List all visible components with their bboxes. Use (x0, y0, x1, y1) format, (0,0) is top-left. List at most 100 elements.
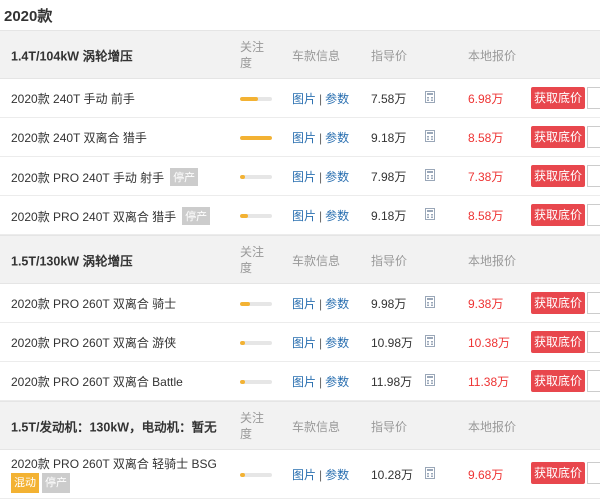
table-row: 2020款 240T 双离合 猎手 图片 | 参数 9.18万 8.58万 获取底价 (0, 118, 600, 157)
table-row: 2020款 PRO 260T 双离合 Battle 图片 | 参数 11.98万 11.3… (0, 362, 600, 401)
header-guide-price: 指导价 (371, 49, 408, 63)
follow-level-bar (240, 302, 272, 306)
pictures-link[interactable]: 图片 (292, 209, 316, 223)
follow-level-fill (240, 175, 245, 179)
hybrid-badge: 混动 (11, 473, 39, 493)
compare-checkbox[interactable] (587, 87, 600, 109)
header-follow: 关注度 (240, 245, 265, 275)
header-local-price: 本地报价 (468, 49, 517, 63)
car-info-links: 图片 | 参数 (292, 373, 349, 390)
pictures-link[interactable]: 图片 (292, 336, 316, 350)
local-price: 7.38万 (468, 170, 504, 184)
calculator-icon[interactable] (425, 335, 435, 347)
params-link[interactable]: 参数 (325, 468, 349, 482)
get-lowest-price-button[interactable]: 获取底价 (531, 165, 585, 187)
get-lowest-price-button[interactable]: 获取底价 (531, 331, 585, 353)
local-price: 8.58万 (468, 209, 504, 223)
params-link[interactable]: 参数 (325, 170, 349, 184)
local-price: 6.98万 (468, 92, 504, 106)
car-info-links: 图片 | 参数 (292, 295, 349, 312)
get-lowest-price-button[interactable]: 获取底价 (531, 204, 585, 226)
car-model-name[interactable]: 2020款 PRO 260T 双离合 轻骑士 BSG (11, 457, 217, 471)
group-header: 1.4T/104kW 涡轮增压 关注度 车款信息 指导价 本地报价 (0, 30, 600, 79)
car-model-cell: 2020款 PRO 260T 双离合 游侠 (11, 334, 176, 351)
car-model-name[interactable]: 2020款 PRO 260T 双离合 Battle (11, 375, 183, 389)
car-model-cell: 2020款 PRO 260T 双离合 Battle (11, 373, 183, 390)
params-link[interactable]: 参数 (325, 92, 349, 106)
guide-price: 9.18万 (371, 131, 407, 145)
car-model-name[interactable]: 2020款 PRO 260T 双离合 骑士 (11, 297, 176, 311)
params-link[interactable]: 参数 (325, 209, 349, 223)
pictures-link[interactable]: 图片 (292, 375, 316, 389)
year-title: 2020款 (4, 8, 53, 25)
follow-level-bar (240, 214, 272, 218)
car-model-cell: 2020款 PRO 240T 手动 射手 停产 (11, 168, 199, 186)
follow-level-fill (240, 214, 248, 218)
calculator-icon[interactable] (425, 296, 435, 308)
compare-checkbox[interactable] (587, 126, 600, 148)
car-model-cell: 2020款 240T 双离合 猎手 (11, 129, 147, 146)
table-row: 2020款 240T 手动 前手 图片 | 参数 7.58万 6.98万 获取底价 (0, 79, 600, 118)
calculator-icon[interactable] (425, 208, 435, 220)
car-model-name[interactable]: 2020款 240T 手动 前手 (11, 92, 135, 106)
link-separator: | (319, 92, 323, 106)
follow-level-bar (240, 380, 272, 384)
car-info-links: 图片 | 参数 (292, 334, 349, 351)
pictures-link[interactable]: 图片 (292, 297, 316, 311)
calculator-icon[interactable] (425, 169, 435, 181)
car-info-links: 图片 | 参数 (292, 466, 349, 483)
pictures-link[interactable]: 图片 (292, 92, 316, 106)
discontinued-badge: 停产 (182, 207, 211, 225)
table-row: 2020款 PRO 260T 双离合 游侠 图片 | 参数 10.98万 10.38万 获取… (0, 323, 600, 362)
calculator-icon[interactable] (425, 467, 435, 479)
car-model-name[interactable]: 2020款 PRO 260T 双离合 游侠 (11, 336, 176, 350)
follow-level-bar (240, 473, 272, 477)
compare-checkbox[interactable] (587, 165, 600, 187)
compare-checkbox[interactable] (587, 204, 600, 226)
header-local-price: 本地报价 (468, 420, 517, 434)
car-model-cell: 2020款 PRO 260T 双离合 轻骑士 BSG 混动 停产 (11, 455, 217, 493)
car-model-name[interactable]: 2020款 PRO 240T 双离合 猎手 (11, 210, 176, 224)
get-lowest-price-button[interactable]: 获取底价 (531, 292, 585, 314)
compare-checkbox[interactable] (587, 292, 600, 314)
guide-price: 9.18万 (371, 209, 407, 223)
header-info: 车款信息 (292, 254, 341, 268)
local-price: 10.38万 (468, 336, 511, 350)
local-price: 9.38万 (468, 297, 504, 311)
calculator-icon[interactable] (425, 374, 435, 386)
car-model-name[interactable]: 2020款 240T 双离合 猎手 (11, 131, 147, 145)
compare-checkbox[interactable] (587, 331, 600, 353)
params-link[interactable]: 参数 (325, 131, 349, 145)
discontinued-badge: 停产 (42, 473, 70, 493)
follow-level-fill (240, 380, 245, 384)
discontinued-badge: 停产 (170, 168, 199, 186)
link-separator: | (319, 375, 323, 389)
header-guide-price: 指导价 (371, 420, 408, 434)
follow-level-fill (240, 341, 245, 345)
link-separator: | (319, 170, 323, 184)
get-lowest-price-button[interactable]: 获取底价 (531, 370, 585, 392)
compare-checkbox[interactable] (587, 462, 600, 484)
price-table: 1.4T/104kW 涡轮增压 关注度 车款信息 指导价 本地报价 2020款 240T … (0, 30, 600, 499)
calculator-icon[interactable] (425, 91, 435, 103)
pictures-link[interactable]: 图片 (292, 131, 316, 145)
follow-level-bar (240, 341, 272, 345)
compare-checkbox[interactable] (587, 370, 600, 392)
params-link[interactable]: 参数 (325, 297, 349, 311)
link-separator: | (319, 209, 323, 223)
link-separator: | (319, 297, 323, 311)
link-separator: | (319, 131, 323, 145)
pictures-link[interactable]: 图片 (292, 468, 316, 482)
group-header: 1.5T/130kW 涡轮增压 关注度 车款信息 指导价 本地报价 (0, 235, 600, 284)
car-info-links: 图片 | 参数 (292, 129, 349, 146)
car-model-name[interactable]: 2020款 PRO 240T 手动 射手 (11, 171, 164, 185)
pictures-link[interactable]: 图片 (292, 170, 316, 184)
params-link[interactable]: 参数 (325, 336, 349, 350)
params-link[interactable]: 参数 (325, 375, 349, 389)
header-follow: 关注度 (240, 40, 265, 70)
local-price: 9.68万 (468, 468, 504, 482)
get-lowest-price-button[interactable]: 获取底价 (531, 87, 585, 109)
get-lowest-price-button[interactable]: 获取底价 (531, 462, 585, 484)
get-lowest-price-button[interactable]: 获取底价 (531, 126, 585, 148)
calculator-icon[interactable] (425, 130, 435, 142)
